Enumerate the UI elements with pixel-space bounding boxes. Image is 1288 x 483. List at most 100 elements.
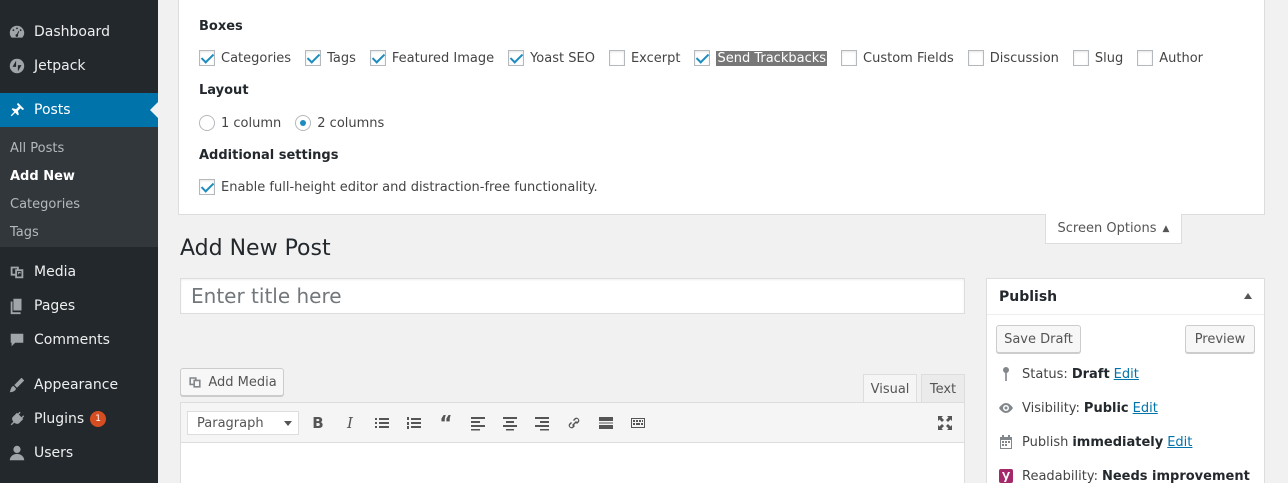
read-more-button[interactable]: [596, 413, 616, 433]
appearance-icon: [0, 376, 34, 394]
box-author[interactable]: Author: [1137, 50, 1203, 66]
box-yoast-seo[interactable]: Yoast SEO: [508, 50, 595, 66]
checkbox[interactable]: [199, 50, 215, 66]
format-select[interactable]: Paragraph: [187, 411, 299, 435]
publish-header[interactable]: Publish: [987, 279, 1264, 315]
layout-radio-row: 1 column 2 columns: [199, 115, 398, 131]
bullet-list-button[interactable]: [372, 413, 392, 433]
align-right-icon: [535, 417, 549, 431]
checkbox[interactable]: [608, 50, 625, 66]
box-excerpt[interactable]: Excerpt: [608, 50, 680, 66]
radio-button[interactable]: [199, 115, 215, 131]
read-more-icon: [599, 417, 613, 429]
insert-link-button[interactable]: [564, 413, 584, 433]
blockquote-button[interactable]: “: [436, 411, 456, 435]
align-left-button[interactable]: [468, 413, 488, 433]
numbered-list-button[interactable]: [404, 413, 424, 433]
link-icon: [568, 417, 580, 429]
status-row: Status: Draft Edit: [997, 365, 1139, 383]
full-height-editor-option[interactable]: Enable full-height editor and distractio…: [199, 179, 598, 195]
tab-text[interactable]: Text: [921, 374, 965, 403]
checkbox[interactable]: [1072, 50, 1089, 66]
checkbox[interactable]: [199, 179, 215, 195]
align-right-button[interactable]: [532, 413, 552, 433]
menu-item-posts[interactable]: Posts: [0, 93, 158, 127]
box-tags[interactable]: Tags: [305, 50, 356, 66]
pin-icon: [997, 365, 1015, 383]
menu-label: Plugins: [34, 411, 85, 427]
dashboard-icon: [0, 23, 34, 41]
visibility-row: Visibility: Public Edit: [997, 399, 1158, 417]
page-title: Add New Post: [180, 236, 331, 261]
edit-visibility-link[interactable]: Edit: [1133, 401, 1158, 416]
box-custom-fields[interactable]: Custom Fields: [841, 50, 954, 66]
pages-icon: [0, 297, 34, 315]
arrow-up-icon[interactable]: [1244, 293, 1252, 299]
edit-status-link[interactable]: Edit: [1114, 367, 1139, 382]
submenu-all-posts[interactable]: All Posts: [10, 141, 64, 156]
additional-settings-heading: Additional settings: [199, 148, 339, 163]
boxes-checkbox-row: Categories Tags Featured Image Yoast SEO…: [199, 50, 1217, 66]
active-arrow: [150, 102, 158, 118]
publish-box: Publish Save Draft Preview Status: Draft E…: [986, 278, 1265, 483]
screen-options-toggle[interactable]: Screen Options ▲: [1045, 214, 1182, 244]
save-draft-button[interactable]: Save Draft: [996, 325, 1081, 353]
admin-sidebar: Dashboard Jetpack Posts All Posts Add Ne…: [0, 0, 158, 483]
quote-icon: “: [439, 411, 453, 435]
add-media-button[interactable]: Add Media: [180, 368, 284, 396]
numbered-list-icon: [407, 417, 421, 429]
bold-icon: B: [312, 414, 324, 432]
menu-label: Comments: [34, 332, 110, 348]
checkbox[interactable]: [841, 50, 858, 66]
radio-button[interactable]: [295, 115, 312, 131]
menu-label: Dashboard: [34, 24, 110, 40]
pin-icon: [0, 101, 34, 119]
chevron-down-icon: [284, 421, 292, 426]
fullscreen-icon: [938, 416, 952, 430]
align-center-button[interactable]: [500, 413, 520, 433]
checkbox[interactable]: [508, 50, 525, 66]
post-editor[interactable]: Paragraph B I “: [180, 402, 965, 483]
layout-1-column[interactable]: 1 column: [199, 115, 281, 131]
box-discussion[interactable]: Discussion: [967, 50, 1059, 66]
edit-schedule-link[interactable]: Edit: [1167, 435, 1192, 450]
screen-options-panel: Boxes Categories Tags Featured Image Yoa…: [178, 0, 1265, 215]
menu-item-users[interactable]: Users: [0, 436, 158, 470]
layout-2-columns[interactable]: 2 columns: [295, 115, 384, 131]
bold-button[interactable]: B: [308, 413, 328, 433]
box-categories[interactable]: Categories: [199, 50, 291, 66]
menu-item-comments[interactable]: Comments: [0, 323, 158, 357]
boxes-heading: Boxes: [199, 19, 243, 34]
submenu-add-new[interactable]: Add New: [10, 169, 75, 184]
checkbox[interactable]: [369, 50, 386, 66]
menu-item-dashboard[interactable]: Dashboard: [0, 15, 158, 49]
checkbox[interactable]: [967, 50, 984, 66]
preview-button[interactable]: Preview: [1185, 325, 1255, 353]
toolbar-toggle-button[interactable]: [628, 413, 648, 433]
checkbox[interactable]: [1137, 50, 1154, 66]
distraction-free-button[interactable]: [935, 413, 955, 433]
menu-label: Users: [34, 445, 74, 461]
box-featured-image[interactable]: Featured Image: [369, 50, 494, 66]
menu-label: Appearance: [34, 377, 119, 393]
tab-visual[interactable]: Visual: [863, 374, 917, 403]
menu-item-media[interactable]: Media: [0, 255, 158, 289]
box-send-trackbacks[interactable]: Send Trackbacks: [694, 50, 828, 66]
submenu-categories[interactable]: Categories: [10, 197, 80, 212]
menu-item-pages[interactable]: Pages: [0, 289, 158, 323]
calendar-icon: [997, 433, 1015, 451]
italic-button[interactable]: I: [340, 413, 360, 433]
jetpack-icon: [0, 57, 34, 75]
layout-heading: Layout: [199, 83, 249, 98]
checkbox[interactable]: [305, 50, 322, 66]
box-slug[interactable]: Slug: [1072, 50, 1123, 66]
media-icon: [0, 263, 34, 281]
menu-item-appearance[interactable]: Appearance: [0, 368, 158, 402]
submenu-tags[interactable]: Tags: [10, 225, 39, 240]
menu-item-jetpack[interactable]: Jetpack: [0, 49, 158, 83]
menu-item-plugins[interactable]: Plugins 1: [0, 402, 158, 436]
editor-toolbar: Paragraph B I “: [181, 403, 964, 443]
post-title-input[interactable]: [180, 278, 965, 314]
checkbox[interactable]: [694, 50, 711, 66]
keyboard-icon: [631, 418, 645, 428]
